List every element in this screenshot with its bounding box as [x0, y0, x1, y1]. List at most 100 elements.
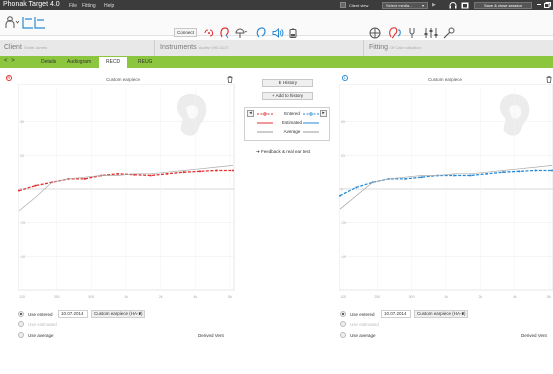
chevron-down-icon: ▾ — [461, 311, 464, 316]
menu-file[interactable]: File — [69, 3, 77, 9]
data-point — [469, 174, 472, 177]
hearing-aid-left-icon[interactable] — [255, 27, 267, 39]
estimated-right-swatch — [257, 122, 273, 124]
select-media-dropdown[interactable]: Select media... ▾ — [382, 1, 428, 9]
left-ear-badge: L — [342, 75, 348, 81]
entered-left-swatch — [303, 112, 319, 116]
entered-right-swatch — [257, 112, 273, 116]
trash-icon[interactable] — [546, 76, 552, 83]
instruments-model: Audéo V90-312T — [198, 45, 229, 50]
data-point — [404, 177, 407, 180]
headset-icon[interactable] — [449, 1, 457, 9]
client-icon[interactable] — [5, 16, 19, 29]
left-ear-panel-title: Custom earpiece — [428, 77, 463, 82]
left-use-entered-radio[interactable] — [340, 311, 346, 317]
fitting-label: Fitting — [369, 44, 389, 51]
left-ear-recd-chart: 40200-20-401252505001k2k4k8k — [339, 84, 553, 299]
feedback-label: Feedback & real ear test — [261, 149, 311, 154]
ear-icon[interactable] — [388, 27, 402, 39]
tab-details[interactable]: Details — [41, 59, 56, 65]
x-tick-label: 1k — [444, 295, 448, 299]
connect-button[interactable]: Connect — [174, 28, 197, 37]
y-tick-label: -40 — [20, 255, 25, 259]
x-tick-label: 125 — [340, 295, 346, 299]
legend-box: ◂ ▸ Entered Estimated Average — [244, 107, 330, 141]
x-tick-label: 1k — [124, 295, 128, 299]
hearing-aid-right-icon[interactable] — [203, 28, 215, 38]
restore-icon[interactable] — [544, 2, 551, 8]
data-point — [199, 170, 202, 173]
right-earpiece-dropdown[interactable]: Custom earpiece (HA-2) ▾ — [91, 310, 145, 318]
right-ear-panel-title: Custom earpiece — [106, 77, 141, 82]
data-point — [232, 169, 234, 172]
data-point — [149, 174, 152, 177]
add-to-history-label: Add to history — [275, 93, 304, 98]
right-date-field[interactable]: 10.07.2014 — [58, 310, 88, 318]
copy-right-button[interactable]: ▸ — [320, 110, 327, 117]
history-button[interactable]: ⇟ History — [262, 79, 313, 87]
y-tick-label: 0 — [341, 188, 343, 192]
x-tick-label: 500 — [409, 295, 415, 299]
left-use-estimated-radio[interactable] — [340, 321, 346, 327]
data-point — [166, 172, 169, 175]
client-section[interactable]: Client Smith James — [4, 44, 47, 51]
data-point — [485, 172, 488, 175]
app-title: Phonak Target 4.0 — [3, 1, 60, 8]
minimize-icon[interactable] — [537, 4, 541, 5]
tab-reug[interactable]: REUG — [138, 59, 152, 65]
data-point — [116, 172, 119, 175]
right-earpiece-value: Custom earpiece (HA-2) — [94, 311, 143, 316]
data-point — [215, 169, 218, 172]
right-ear-recd-chart: 40200-20-401252505001k2k4k8k — [18, 84, 235, 299]
left-earpiece-dropdown[interactable]: Custom earpiece (HA-2) ▾ — [414, 310, 468, 318]
feedback-test-icon[interactable] — [369, 27, 381, 39]
equalizer-icon[interactable] — [424, 27, 438, 39]
client-label: Client — [4, 44, 22, 51]
chevron-down-icon: ▾ — [421, 2, 424, 8]
x-tick-label: 8k — [228, 295, 232, 299]
right-use-average-label: Use average — [28, 333, 54, 338]
client-view-checkbox[interactable] — [340, 2, 346, 8]
y-tick-label: -20 — [341, 221, 346, 225]
left-use-average-radio[interactable] — [340, 332, 346, 338]
battery-icon[interactable] — [289, 28, 297, 38]
hearing-aid-behind-ear-icon[interactable] — [219, 27, 230, 39]
save-close-session-button[interactable]: Save & close session — [474, 1, 532, 9]
data-point — [502, 171, 505, 174]
right-use-entered-radio[interactable] — [18, 311, 24, 317]
audiogram-icon[interactable] — [22, 16, 46, 29]
x-tick-label: 4k — [513, 295, 517, 299]
nav-arrows[interactable]: < > — [4, 58, 16, 64]
left-use-average-label: Use average — [350, 333, 376, 338]
title-bar: Phonak Target 4.0 File Fitting Help Clie… — [0, 0, 553, 10]
wrench-icon[interactable] — [443, 27, 455, 39]
client-view-toggle[interactable]: Client view — [340, 2, 368, 9]
fitting-report-icon[interactable] — [461, 2, 469, 9]
feedback-real-ear-link[interactable]: ➔ Feedback & real ear test — [256, 149, 310, 155]
menu-fitting[interactable]: Fitting — [82, 3, 96, 9]
left-date-field[interactable]: 10.07.2014 — [381, 310, 411, 318]
x-tick-label: 2k — [478, 295, 482, 299]
client-name: Smith James — [23, 45, 48, 50]
right-use-estimated-radio[interactable] — [18, 321, 24, 327]
menu-help[interactable]: Help — [104, 3, 114, 9]
x-tick-label: 2k — [159, 295, 163, 299]
trash-icon[interactable] — [227, 76, 233, 83]
speaker-icon[interactable] — [272, 28, 284, 38]
tuning-fork-icon[interactable] — [408, 27, 416, 39]
add-to-history-button[interactable]: + Add to history — [262, 92, 313, 100]
instruments-section[interactable]: Instruments Audéo V90-312T — [160, 44, 229, 51]
data-point — [182, 171, 185, 174]
tab-audiogram[interactable]: Audiogram — [67, 59, 91, 65]
left-derived-vent: Derived Vent — [521, 333, 547, 338]
play-icon[interactable]: ▶ — [432, 2, 436, 8]
dome-icon[interactable] — [234, 27, 247, 39]
fitting-section[interactable]: Fitting Of Calm situation — [369, 44, 421, 51]
tab-recd[interactable]: RECD — [99, 57, 128, 68]
section-bar — [0, 40, 553, 56]
copy-left-button[interactable]: ◂ — [247, 110, 254, 117]
right-use-entered-label: Use entered — [28, 312, 53, 317]
fitting-program: Of Calm situation — [390, 45, 421, 50]
right-use-average-radio[interactable] — [18, 332, 24, 338]
x-tick-label: 500 — [88, 295, 94, 299]
